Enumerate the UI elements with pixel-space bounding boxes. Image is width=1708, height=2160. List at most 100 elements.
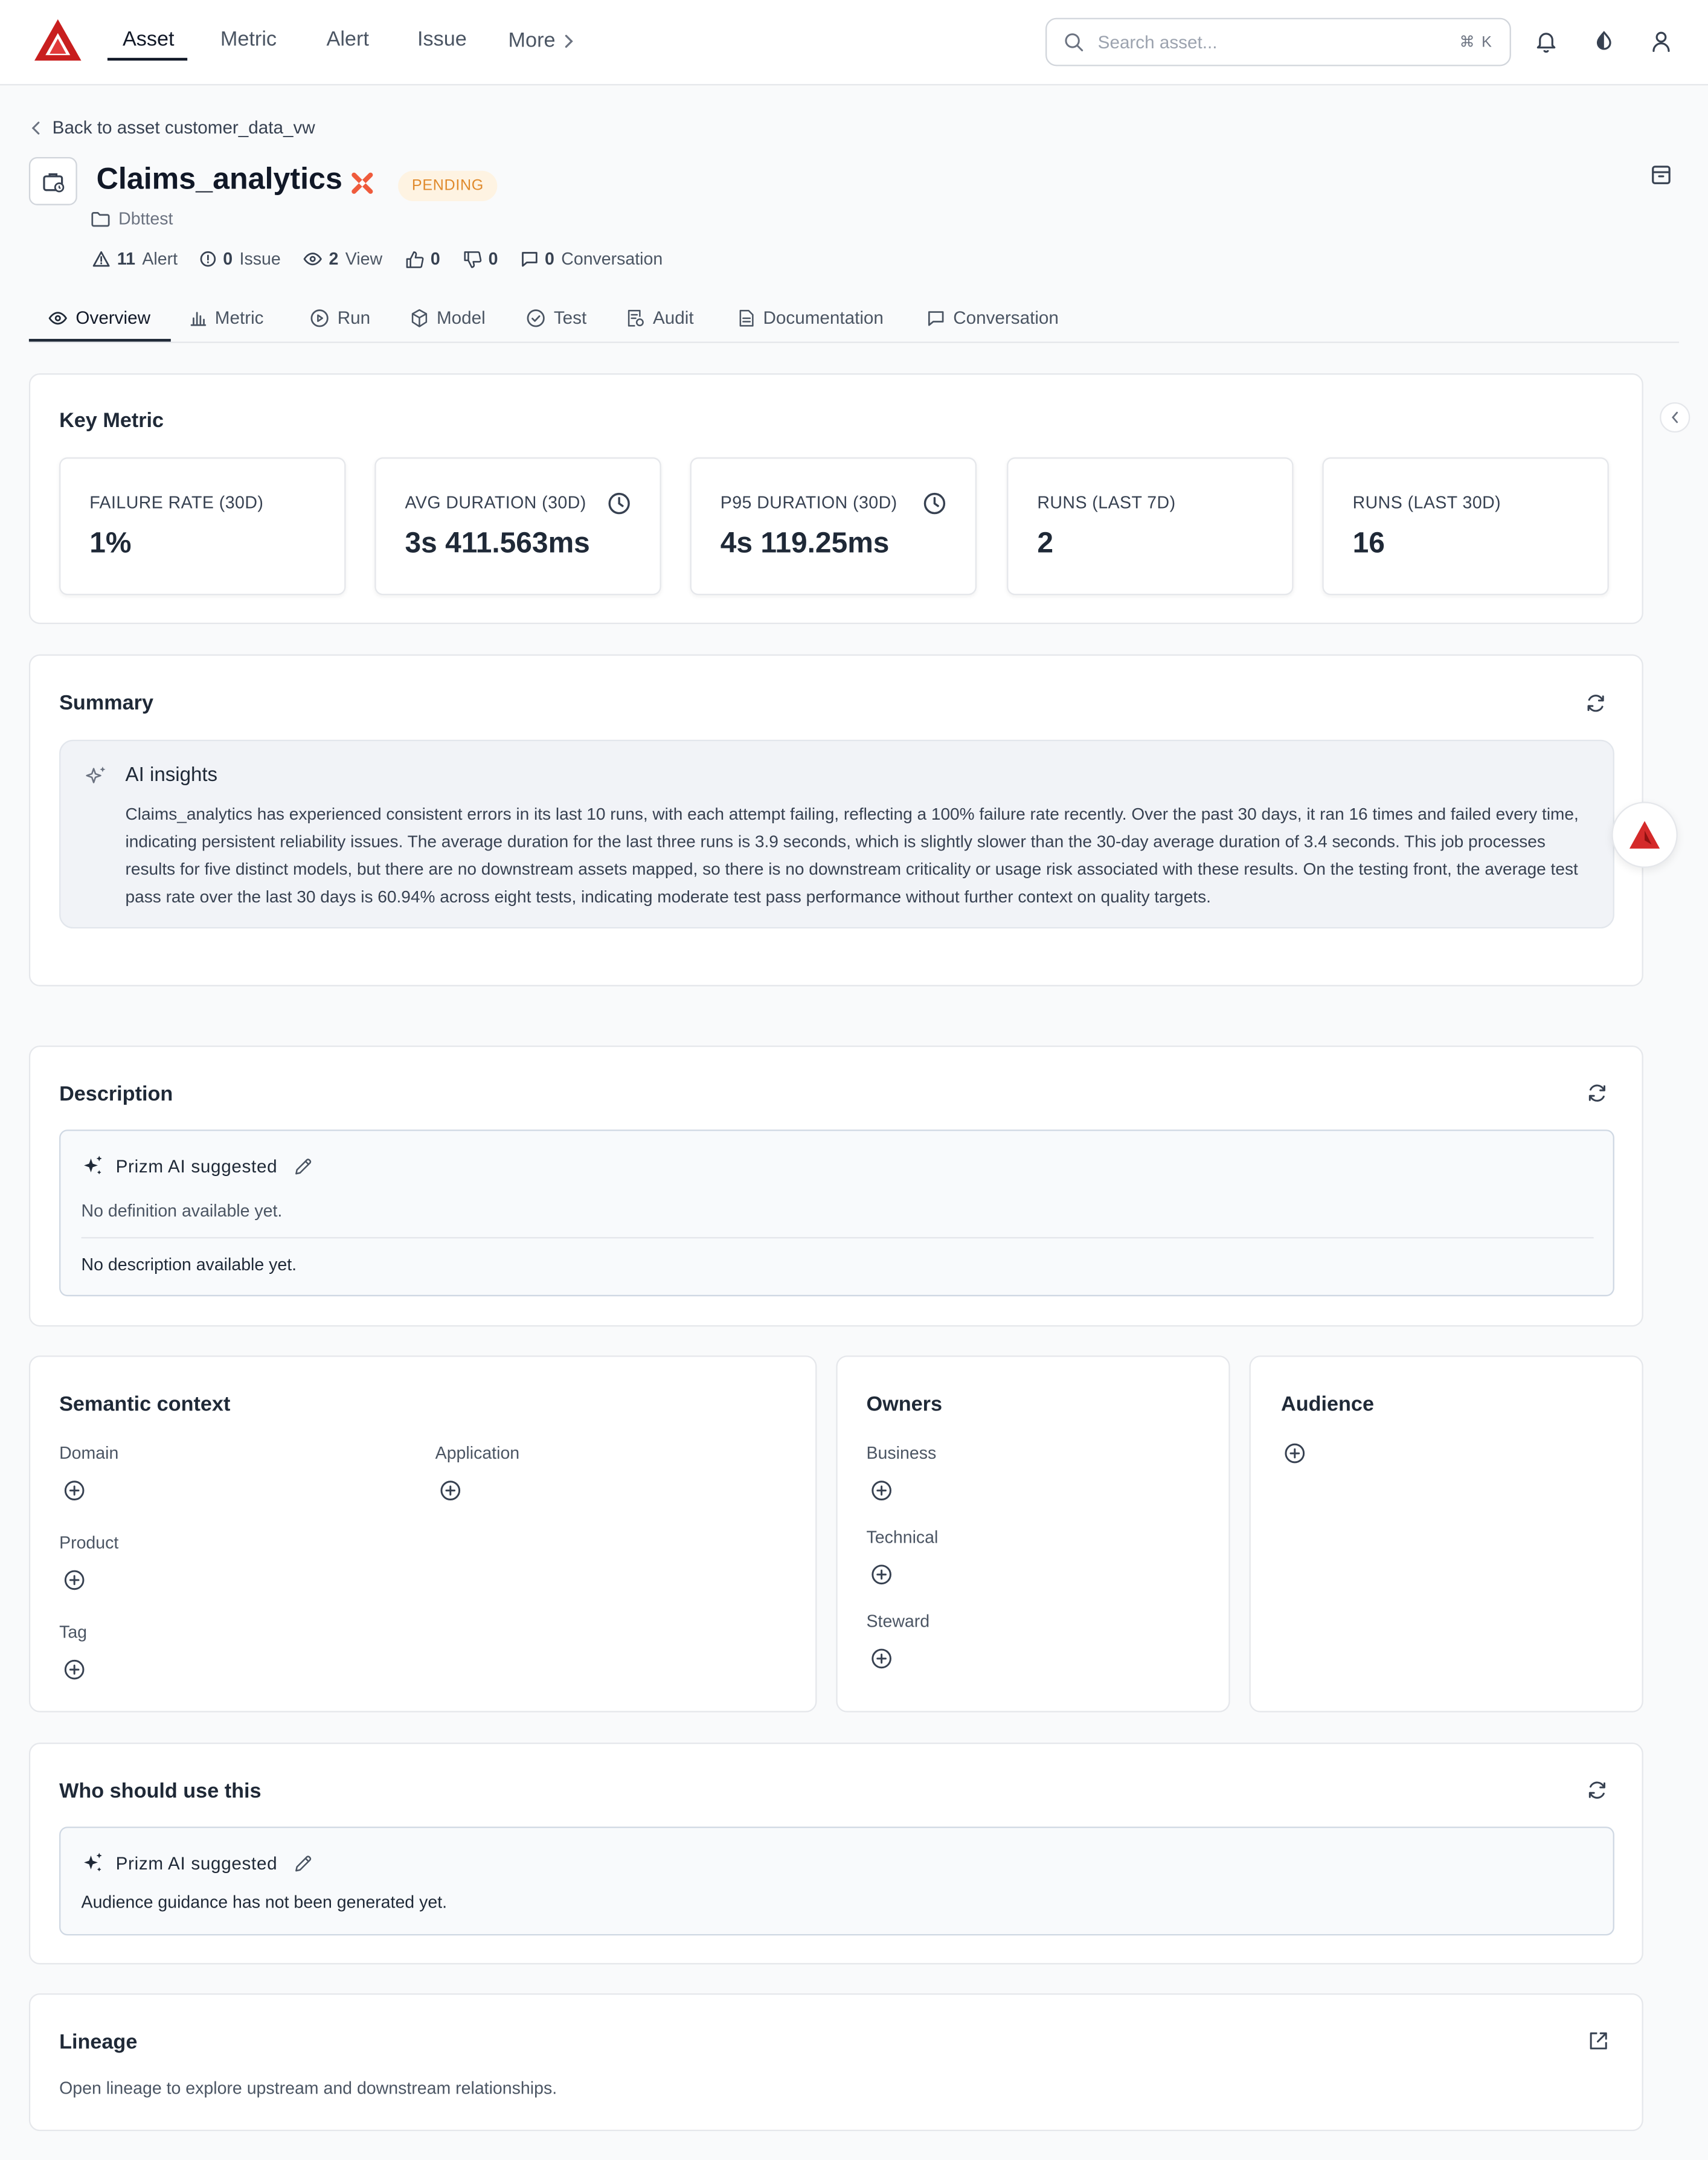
- product-label: Product: [59, 1533, 119, 1553]
- owners-title: Owners: [866, 1392, 943, 1416]
- tab-audit-label: Audit: [653, 307, 694, 328]
- conversation-count[interactable]: 0 Conversation: [520, 249, 663, 269]
- issue-count-value: 0: [223, 249, 233, 269]
- audience-card: Audience: [1249, 1355, 1643, 1712]
- clock-icon: [608, 492, 631, 515]
- back-link[interactable]: Back to asset customer_data_vw: [30, 117, 315, 138]
- sparkles-icon: [84, 1156, 102, 1175]
- view-count-label: View: [345, 249, 383, 269]
- theme-toggle-icon[interactable]: [1592, 29, 1616, 54]
- tab-run[interactable]: Run: [310, 292, 370, 342]
- add-technical-owner-plus-icon[interactable]: [870, 1564, 892, 1586]
- add-steward-plus-icon[interactable]: [870, 1648, 892, 1670]
- brand-logo[interactable]: [33, 18, 83, 62]
- tab-documentation[interactable]: Documentation: [738, 292, 884, 342]
- nav-asset[interactable]: Asset: [123, 28, 175, 51]
- ai-suggested-header: Prizm AI suggested: [82, 1851, 313, 1875]
- refresh-icon[interactable]: [1587, 1083, 1607, 1104]
- add-audience-plus-icon[interactable]: [1284, 1442, 1306, 1464]
- ai-insights-text: Claims_analytics has experienced consist…: [125, 804, 1579, 907]
- top-bar: Asset Metric Alert Issue More ⌘ K: [0, 0, 1708, 86]
- metric-label: P95 DURATION (30D): [720, 493, 897, 513]
- asset-tabs: Overview Metric Run Model Test Audit Doc…: [28, 292, 1680, 343]
- metric-failure-rate: FAILURE RATE (30D) 1%: [59, 457, 346, 596]
- bell-icon[interactable]: [1535, 29, 1558, 54]
- who-should-use-card: Who should use this Prizm AI suggested A…: [28, 1743, 1643, 1965]
- tab-metric[interactable]: Metric: [190, 292, 264, 342]
- nav-more-label: More: [508, 28, 556, 53]
- document-icon: [739, 309, 754, 326]
- ai-suggested-label: Prizm AI suggested: [115, 1853, 278, 1874]
- refresh-icon[interactable]: [1585, 693, 1606, 713]
- metric-value: 2: [1037, 527, 1053, 559]
- ai-suggested-header: Prizm AI suggested: [82, 1154, 313, 1178]
- tab-test-label: Test: [553, 307, 587, 328]
- who-should-use-title: Who should use this: [59, 1779, 262, 1804]
- asset-stats: 11 Alert 0 Issue 2 View 0 0 0 Conversation: [92, 249, 685, 269]
- add-product-plus-icon[interactable]: [63, 1569, 85, 1591]
- ai-insights-panel: AI insights Claims_analytics has experie…: [59, 739, 1614, 929]
- alert-count[interactable]: 11 Alert: [92, 249, 178, 269]
- external-link-icon[interactable]: [1588, 2031, 1609, 2051]
- warning-icon: [92, 251, 110, 267]
- archive-icon[interactable]: [1650, 164, 1672, 185]
- tab-audit[interactable]: Audit: [627, 292, 694, 342]
- nav-issue[interactable]: Issue: [417, 28, 467, 51]
- sparkles-icon: [84, 1853, 102, 1872]
- folder-path[interactable]: Dbttest: [91, 210, 173, 229]
- audience-title: Audience: [1281, 1392, 1374, 1416]
- dislike-button[interactable]: 0: [462, 249, 498, 269]
- check-circle-icon: [527, 309, 545, 327]
- side-panel-toggle[interactable]: [1660, 402, 1690, 433]
- summary-title: Summary: [59, 691, 154, 715]
- tab-model[interactable]: Model: [411, 292, 486, 342]
- nav-more[interactable]: More: [509, 29, 575, 53]
- add-business-owner-plus-icon[interactable]: [870, 1479, 892, 1501]
- alert-count-label: Alert: [142, 249, 178, 269]
- search-input[interactable]: [1097, 31, 1446, 53]
- edit-pencil-icon[interactable]: [294, 1157, 313, 1176]
- tab-test[interactable]: Test: [526, 292, 586, 342]
- tab-documentation-label: Documentation: [763, 307, 884, 328]
- view-count-value: 2: [329, 249, 339, 269]
- add-application-plus-icon[interactable]: [440, 1479, 461, 1501]
- domain-label: Domain: [59, 1444, 119, 1464]
- like-button[interactable]: 0: [405, 249, 440, 269]
- nav-metric[interactable]: Metric: [220, 28, 277, 51]
- conversation-count-label: Conversation: [561, 249, 663, 269]
- refresh-icon[interactable]: [1587, 1780, 1607, 1801]
- assistant-fab-button[interactable]: [1611, 802, 1678, 868]
- tab-run-label: Run: [337, 307, 371, 328]
- issue-count-label: Issue: [239, 249, 281, 269]
- nav-alert[interactable]: Alert: [327, 28, 369, 51]
- application-label: Application: [435, 1444, 520, 1464]
- metric-label: AVG DURATION (30D): [405, 493, 586, 513]
- search-icon: [1065, 33, 1084, 51]
- audience-guidance-text: Audience guidance has not been generated…: [81, 1892, 448, 1912]
- conversation-count-value: 0: [544, 249, 554, 269]
- tab-conversation[interactable]: Conversation: [927, 292, 1059, 342]
- tab-metric-label: Metric: [214, 307, 264, 328]
- chevron-right-icon: [565, 34, 574, 47]
- eye-icon: [303, 252, 322, 266]
- audience-suggestion-panel: Prizm AI suggested Audience guidance has…: [59, 1827, 1614, 1936]
- owners-card: Owners Business Technical Steward: [836, 1355, 1230, 1712]
- metric-value: 16: [1352, 527, 1385, 559]
- user-icon[interactable]: [1650, 29, 1672, 54]
- clock-icon: [923, 492, 946, 515]
- search-box: ⌘ K: [1045, 18, 1511, 66]
- chevron-left-icon: [1672, 411, 1678, 423]
- sparkles-icon: [84, 765, 109, 789]
- tab-overview[interactable]: Overview: [48, 292, 150, 342]
- add-tag-plus-icon[interactable]: [63, 1659, 85, 1680]
- lineage-title: Lineage: [59, 2030, 138, 2054]
- cube-icon: [411, 308, 428, 327]
- divider: [81, 1237, 1594, 1239]
- issue-count[interactable]: 0 Issue: [200, 249, 281, 269]
- summary-card: Summary AI insights Claims_analytics has…: [28, 654, 1643, 986]
- page-title: Claims_analytics: [96, 161, 342, 196]
- tab-model-label: Model: [436, 307, 486, 328]
- add-domain-plus-icon[interactable]: [63, 1479, 85, 1501]
- edit-pencil-icon[interactable]: [294, 1854, 313, 1873]
- view-count[interactable]: 2 View: [303, 249, 382, 269]
